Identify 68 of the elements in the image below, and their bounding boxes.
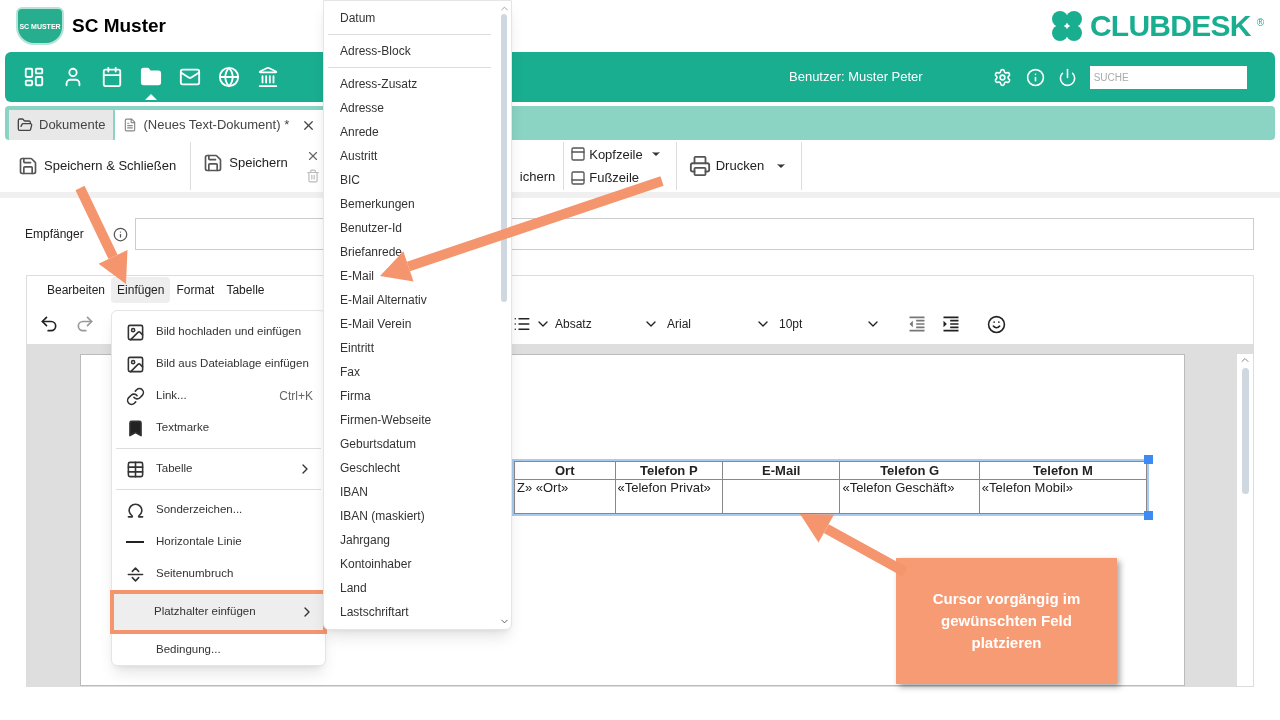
table-cell: Z» «Ort» <box>514 479 615 514</box>
table-cell: «Telefon Privat» <box>615 479 723 514</box>
menu-item[interactable]: Adress-Block <box>328 39 491 63</box>
menu-item[interactable]: Datum <box>328 6 491 30</box>
menu-item[interactable]: Firmen-Webseite <box>328 408 491 432</box>
save-close-button[interactable]: Speichern & Schließen <box>18 146 177 186</box>
user-name: Benutzer: Muster Peter <box>789 68 923 87</box>
print-button[interactable]: Drucken <box>688 155 788 177</box>
club-name: SC Muster <box>72 13 166 38</box>
save-as-button[interactable]: ichern <box>519 167 556 187</box>
menu-item[interactable]: Bemerkungen <box>328 192 491 216</box>
menu-item[interactable]: Land <box>328 576 491 600</box>
menu-item[interactable]: Einfügen <box>111 277 171 303</box>
menu-item[interactable]: Link... Ctrl+K <box>116 380 321 412</box>
menu-item[interactable]: Tabelle <box>116 453 321 485</box>
menu-item[interactable]: BIC <box>328 168 491 192</box>
menu-item[interactable]: Textmarke <box>116 412 321 444</box>
menu-item[interactable]: IBAN (maskiert) <box>328 504 491 528</box>
header-button[interactable]: Kopfzeile <box>570 144 662 164</box>
menu-item[interactable]: Geschlecht <box>328 456 491 480</box>
footer-button[interactable]: Fußzeile <box>570 168 662 188</box>
menu-item[interactable]: E-Mail <box>328 264 491 288</box>
table-header-cell: Telefon P <box>615 461 723 480</box>
tab-label: Dokumente <box>39 116 106 135</box>
tab[interactable]: Dokumente <box>9 110 114 140</box>
menu-item[interactable]: Horizontale Linie <box>116 526 321 558</box>
table-cell: «Telefon Mobil» <box>979 479 1147 514</box>
menu-item[interactable]: E-Mail Verein <box>328 312 491 336</box>
table-header-cell: Telefon G <box>839 461 980 480</box>
menu-item[interactable]: Sonderzeichen... <box>116 494 321 526</box>
table-header-cell: E-Mail <box>722 461 840 480</box>
save-button[interactable]: Speichern <box>203 143 288 183</box>
recipient-label: Empfänger <box>25 226 85 243</box>
table-header-cell: Ort <box>514 461 615 480</box>
table-cell: «Telefon Geschäft» <box>839 479 980 514</box>
font-size-dropdown[interactable]: 10pt <box>779 315 881 333</box>
shortcut: Ctrl+K <box>279 388 313 405</box>
menu-item[interactable]: Seitenumbruch <box>116 558 321 590</box>
menu-item[interactable]: Bild hochladen und einfügen <box>116 316 321 348</box>
menu-item[interactable]: Tabelle <box>220 277 271 303</box>
menu-item[interactable]: Jahrgang <box>328 528 491 552</box>
tab-label: (Neues Text-Dokument) * <box>143 116 290 135</box>
tab[interactable]: (Neues Text-Dokument) * <box>115 110 325 140</box>
menu-item[interactable]: Geburtsdatum <box>328 432 491 456</box>
menu-item[interactable]: E-Mail Alternativ <box>328 288 491 312</box>
menu-item[interactable]: Briefanrede <box>328 240 491 264</box>
menu-item[interactable]: Adresse <box>328 96 491 120</box>
menu-item[interactable]: Bearbeiten <box>41 277 112 303</box>
menu-item[interactable]: Austritt <box>328 144 491 168</box>
menu-item[interactable]: Kontoinhaber <box>328 552 491 576</box>
menu-item[interactable]: Eintritt <box>328 336 491 360</box>
menu-item[interactable]: Firma <box>328 384 491 408</box>
product-logo: CLUBDESK <box>1089 11 1251 41</box>
block-format-dropdown[interactable]: Absatz <box>555 315 659 333</box>
menu-item[interactable]: Anrede <box>328 120 491 144</box>
menu-item[interactable]: Adress-Zusatz <box>328 72 491 96</box>
menu-item[interactable]: Bild aus Dateiablage einfügen <box>116 348 321 380</box>
menu-item[interactable]: IBAN <box>328 480 491 504</box>
menu-item[interactable]: Fax <box>328 360 491 384</box>
menu-item[interactable]: Benutzer-Id <box>328 216 491 240</box>
menu-item[interactable]: Bedingung... <box>116 634 321 666</box>
registered-mark: ® <box>1256 16 1264 30</box>
search-field[interactable]: SUCHE <box>1089 65 1247 89</box>
font-dropdown[interactable]: Arial <box>667 315 771 333</box>
menu-item[interactable]: Format <box>170 277 221 303</box>
menu-item[interactable]: Lastschriftart <box>328 600 491 624</box>
callout: Cursor vorgängig im gewünschten Feld platzieren <box>896 558 1117 684</box>
table-header-cell: Telefon M <box>979 461 1147 480</box>
